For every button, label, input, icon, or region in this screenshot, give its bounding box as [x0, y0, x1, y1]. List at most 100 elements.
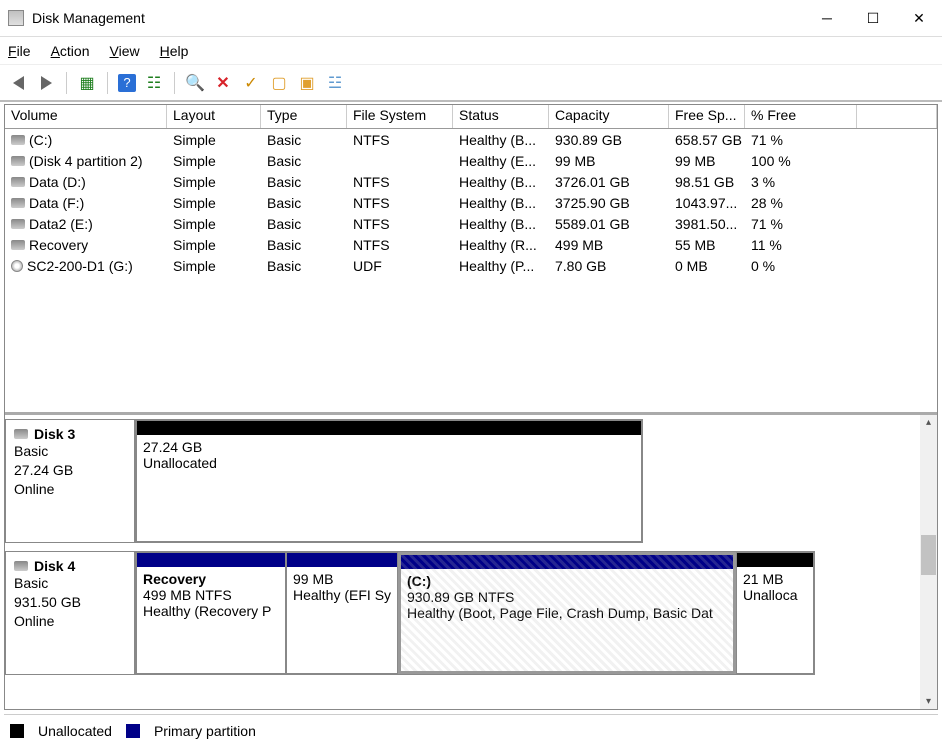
- volume-name: Data (D:): [29, 174, 86, 190]
- volume-fs: UDF: [347, 258, 453, 274]
- volume-pctfree: 11 %: [745, 237, 857, 253]
- volume-layout: Simple: [167, 237, 261, 253]
- legend-primary-label: Primary partition: [154, 723, 256, 739]
- disk-type: Basic: [14, 574, 126, 593]
- partition-stripe: [287, 553, 397, 567]
- volume-free: 99 MB: [669, 153, 745, 169]
- partition[interactable]: Recovery499 MB NTFSHealthy (Recovery P: [136, 552, 286, 674]
- window-title: Disk Management: [32, 10, 804, 26]
- disk-row-disk4[interactable]: Disk 4 Basic 931.50 GB Online Recovery49…: [5, 551, 815, 675]
- help-icon[interactable]: ?: [118, 74, 136, 92]
- volume-status: Healthy (B...: [453, 174, 549, 190]
- menu-view[interactable]: View: [110, 43, 140, 59]
- volume-free: 55 MB: [669, 237, 745, 253]
- table-row[interactable]: (Disk 4 partition 2)SimpleBasicHealthy (…: [5, 150, 937, 171]
- col-status[interactable]: Status: [453, 105, 549, 128]
- volume-layout: Simple: [167, 258, 261, 274]
- table-row[interactable]: RecoverySimpleBasicNTFSHealthy (R...499 …: [5, 234, 937, 255]
- volume-free: 0 MB: [669, 258, 745, 274]
- disk-name: Disk 3: [34, 426, 75, 442]
- close-button[interactable]: ✕: [896, 2, 942, 34]
- disk-type: Basic: [14, 442, 126, 461]
- volume-layout: Simple: [167, 174, 261, 190]
- volume-layout: Simple: [167, 216, 261, 232]
- volume-capacity: 99 MB: [549, 153, 669, 169]
- volume-pctfree: 100 %: [745, 153, 857, 169]
- scrollbar-vertical[interactable]: ▴ ▾: [920, 415, 937, 709]
- disk-name: Disk 4: [34, 558, 75, 574]
- col-capacity[interactable]: Capacity: [549, 105, 669, 128]
- menu-file[interactable]: File: [8, 43, 31, 59]
- maximize-button[interactable]: ☐: [850, 2, 896, 34]
- volume-pctfree: 3 %: [745, 174, 857, 190]
- volume-table-header: Volume Layout Type File System Status Ca…: [5, 105, 937, 129]
- volume-name: Data (F:): [29, 195, 84, 211]
- partition[interactable]: (C:)930.89 GB NTFSHealthy (Boot, Page Fi…: [398, 552, 736, 674]
- disk-icon: [11, 135, 25, 145]
- table-row[interactable]: SC2-200-D1 (G:)SimpleBasicUDFHealthy (P.…: [5, 255, 937, 276]
- folder-search-icon[interactable]: ▣: [297, 73, 317, 93]
- scrollbar-thumb[interactable]: [921, 535, 936, 575]
- app-icon: [8, 10, 24, 26]
- volume-name: (C:): [29, 132, 52, 148]
- partition-size: 27.24 GB: [143, 439, 635, 455]
- partition[interactable]: 27.24 GBUnallocated: [136, 420, 642, 542]
- volume-fs: NTFS: [347, 132, 453, 148]
- col-volume[interactable]: Volume: [5, 105, 167, 128]
- search-icon[interactable]: 🔍: [185, 73, 205, 93]
- window-titlebar: Disk Management ─ ☐ ✕: [0, 0, 942, 36]
- grid-icon[interactable]: ▦: [77, 73, 97, 93]
- disk-graphical-view: Disk 3 Basic 27.24 GB Online 27.24 GBUna…: [5, 415, 937, 709]
- volume-type: Basic: [261, 174, 347, 190]
- legend: Unallocated Primary partition: [4, 714, 938, 746]
- disk-icon: [11, 240, 25, 250]
- volume-status: Healthy (R...: [453, 237, 549, 253]
- col-pctfree[interactable]: % Free: [745, 105, 857, 128]
- table-row[interactable]: (C:)SimpleBasicNTFSHealthy (B...930.89 G…: [5, 129, 937, 150]
- menu-action[interactable]: Action: [51, 43, 90, 59]
- volume-status: Healthy (E...: [453, 153, 549, 169]
- volume-name: SC2-200-D1 (G:): [27, 258, 133, 274]
- volume-capacity: 5589.01 GB: [549, 216, 669, 232]
- table-row[interactable]: Data (F:)SimpleBasicNTFSHealthy (B...372…: [5, 192, 937, 213]
- partition[interactable]: 21 MBUnalloca: [736, 552, 814, 674]
- col-layout[interactable]: Layout: [167, 105, 261, 128]
- back-icon[interactable]: [8, 73, 28, 93]
- partition-stripe: [137, 553, 285, 567]
- scroll-up-icon[interactable]: ▴: [921, 415, 936, 430]
- legend-primary-swatch: [126, 724, 140, 738]
- check-icon[interactable]: ✓: [241, 73, 261, 93]
- volume-type: Basic: [261, 132, 347, 148]
- volume-fs: NTFS: [347, 237, 453, 253]
- cd-icon: [11, 260, 23, 272]
- menu-help[interactable]: Help: [160, 43, 189, 59]
- disk-icon: [14, 561, 28, 571]
- partition-stripe: [401, 555, 733, 569]
- folder-up-icon[interactable]: ▢: [269, 73, 289, 93]
- table-row[interactable]: Data (D:)SimpleBasicNTFSHealthy (B...372…: [5, 171, 937, 192]
- col-filesystem[interactable]: File System: [347, 105, 453, 128]
- disk-icon: [11, 156, 25, 166]
- volume-pctfree: 71 %: [745, 132, 857, 148]
- scroll-down-icon[interactable]: ▾: [921, 694, 936, 709]
- minimize-button[interactable]: ─: [804, 2, 850, 34]
- properties-icon[interactable]: ☳: [325, 73, 345, 93]
- table-row[interactable]: Data2 (E:)SimpleBasicNTFSHealthy (B...55…: [5, 213, 937, 234]
- partition[interactable]: 99 MBHealthy (EFI Sy: [286, 552, 398, 674]
- delete-icon[interactable]: ✕: [213, 73, 233, 93]
- volume-fs: NTFS: [347, 216, 453, 232]
- partition-size: 499 MB NTFS: [143, 587, 279, 603]
- volume-layout: Simple: [167, 195, 261, 211]
- partition-status: Unalloca: [743, 587, 807, 603]
- partition-title: (C:): [407, 573, 727, 589]
- forward-icon[interactable]: [36, 73, 56, 93]
- disk-size: 27.24 GB: [14, 461, 126, 480]
- disk-row-disk3[interactable]: Disk 3 Basic 27.24 GB Online 27.24 GBUna…: [5, 419, 643, 543]
- calendar-icon[interactable]: ☷: [144, 73, 164, 93]
- volume-capacity: 7.80 GB: [549, 258, 669, 274]
- disk-icon: [11, 177, 25, 187]
- col-free[interactable]: Free Sp...: [669, 105, 745, 128]
- col-type[interactable]: Type: [261, 105, 347, 128]
- volume-free: 3981.50...: [669, 216, 745, 232]
- disk-icon: [11, 219, 25, 229]
